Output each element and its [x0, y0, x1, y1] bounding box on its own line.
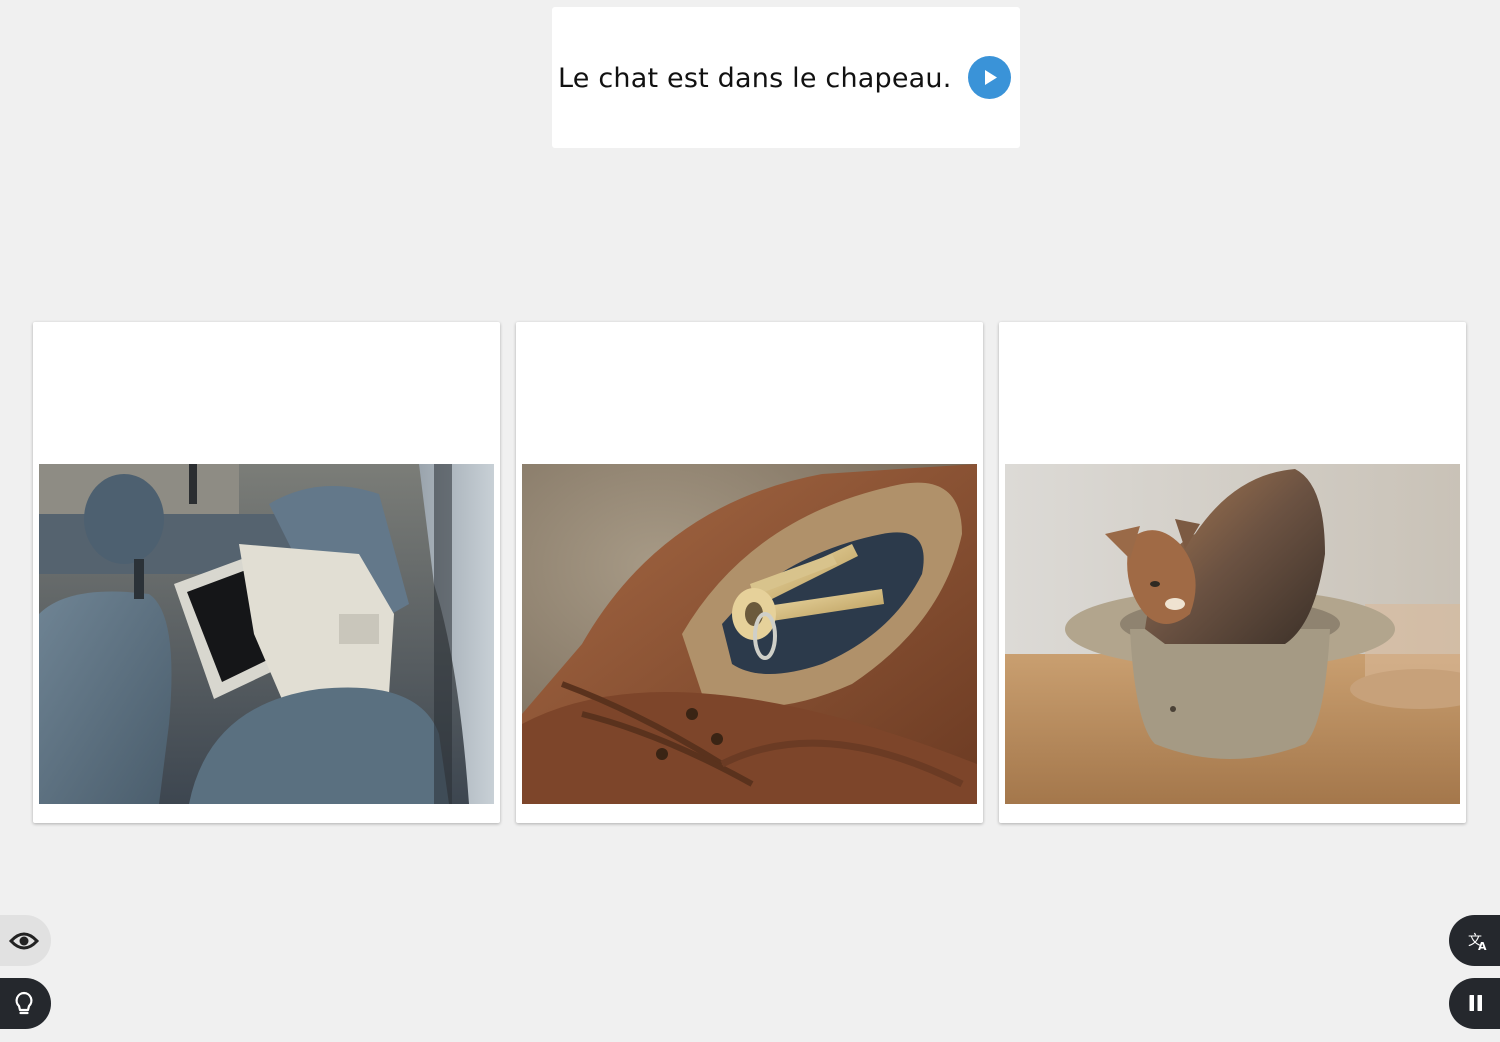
show-text-button[interactable]: [0, 915, 51, 966]
play-icon: [985, 70, 997, 85]
translate-icon: 文 A: [1468, 933, 1487, 953]
choice-card-1[interactable]: [33, 322, 500, 823]
computer-in-car-backseat-photo: [39, 464, 494, 804]
prompt-card: Le chat est dans le chapeau.: [552, 7, 1020, 148]
prompt-sentence: Le chat est dans le chapeau.: [558, 63, 952, 94]
cat-in-hat-photo: [1005, 464, 1460, 804]
translate-button[interactable]: 文 A: [1449, 915, 1500, 966]
keys-in-shoe-photo: [522, 464, 977, 804]
play-audio-button[interactable]: [968, 56, 1011, 99]
hint-button[interactable]: [0, 978, 51, 1029]
svg-text:A: A: [1478, 940, 1487, 953]
pause-icon: [1469, 995, 1482, 1011]
choice-card-3[interactable]: [999, 322, 1466, 823]
eye-icon: [8, 932, 40, 950]
lightbulb-icon: [15, 991, 33, 1015]
pause-button[interactable]: [1449, 978, 1500, 1029]
choice-card-2[interactable]: [516, 322, 983, 823]
